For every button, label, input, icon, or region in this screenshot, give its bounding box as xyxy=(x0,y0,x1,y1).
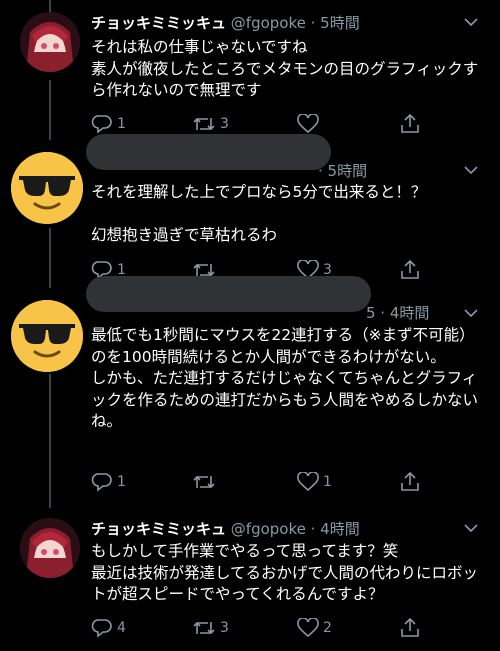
avatar[interactable] xyxy=(11,300,83,372)
tweet-text: それは私の仕事じゃないですね 素人が徹夜したところでメタモンの目のグラフィックす… xyxy=(91,38,479,99)
reply-count: 1 xyxy=(117,474,126,490)
share-button[interactable] xyxy=(399,471,421,493)
share-icon xyxy=(401,260,419,279)
share-button[interactable] xyxy=(399,259,421,281)
user-handle[interactable]: @fgopoke xyxy=(231,520,306,538)
share-icon xyxy=(401,472,419,491)
tweet-text: それを理解した上でプロなら5分で出来ると！？ 幻想抱き過ぎで草枯れるわ xyxy=(91,183,427,244)
retweet-count: 3 xyxy=(220,620,229,636)
retweet-count: 3 xyxy=(220,116,229,132)
reply-button[interactable]: 1 xyxy=(91,113,126,135)
action-bar: 1 1 xyxy=(91,471,431,493)
reply-icon xyxy=(91,473,112,492)
avatar[interactable] xyxy=(20,518,80,578)
retweet-icon xyxy=(193,117,215,131)
retweet-icon xyxy=(193,621,215,635)
tweet[interactable]: 5 · 4時間 最低でも1秒間にマウスを22連打する（※まず不可能）のを100時… xyxy=(0,276,500,506)
display-name[interactable]: チョッキミミッキュ xyxy=(91,14,226,32)
tweet[interactable]: · 5時間 それを理解した上でプロなら5分で出来ると！？ 幻想抱き過ぎで草枯れる… xyxy=(0,134,500,288)
sunglasses-emoji-icon xyxy=(11,152,83,224)
retweet-button[interactable]: 3 xyxy=(192,113,229,135)
like-count: 1 xyxy=(323,474,332,490)
tweet[interactable]: チョッキミミッキュ @fgopoke · 4時間 もしかして手作業でやるって思っ… xyxy=(0,506,500,651)
chevron-down-icon[interactable] xyxy=(464,17,478,27)
share-icon xyxy=(401,114,419,133)
tweet-text: もしかして手作業でやるって思ってます？笑 最近は技術が発達してるおかげで人間の代… xyxy=(91,542,479,603)
like-button[interactable]: 1 xyxy=(297,471,332,493)
share-button[interactable] xyxy=(399,113,421,135)
reply-button[interactable]: 1 xyxy=(91,471,126,493)
heart-icon xyxy=(297,114,319,134)
like-count: 2 xyxy=(323,620,332,636)
tweet-header: チョッキミミッキュ @fgopoke · 5時間 xyxy=(91,12,360,33)
redacted-name xyxy=(86,276,371,312)
timestamp[interactable]: · 5時間 xyxy=(311,14,360,32)
redacted-name xyxy=(86,134,331,170)
like-button[interactable] xyxy=(297,113,323,135)
like-button[interactable]: 2 xyxy=(297,617,332,639)
share-icon xyxy=(401,618,419,637)
reply-button[interactable]: 4 xyxy=(91,617,126,639)
timestamp[interactable]: 5 · 4時間 xyxy=(366,304,429,322)
reply-icon xyxy=(91,619,112,638)
reply-count: 4 xyxy=(117,620,126,636)
action-bar: 4 3 2 xyxy=(91,617,431,639)
chevron-down-icon[interactable] xyxy=(464,308,478,318)
reply-icon xyxy=(91,115,112,134)
share-button[interactable] xyxy=(399,617,421,639)
tweet-header: チョッキミミッキュ @fgopoke · 4時間 xyxy=(91,518,360,539)
reply-count: 1 xyxy=(117,116,126,132)
tweet[interactable]: チョッキミミッキュ @fgopoke · 5時間 それは私の仕事じゃないですね … xyxy=(0,0,500,140)
tweet-header: · 5時間 xyxy=(318,160,367,181)
avatar[interactable] xyxy=(11,152,83,224)
sunglasses-emoji-icon xyxy=(11,300,83,372)
heart-icon xyxy=(297,618,319,638)
retweet-button[interactable]: 3 xyxy=(192,617,229,639)
chevron-down-icon[interactable] xyxy=(464,523,478,533)
timestamp[interactable]: · 5時間 xyxy=(318,162,367,180)
display-name[interactable]: チョッキミミッキュ xyxy=(91,520,226,538)
tweet-text: 最低でも1秒間にマウスを22連打する（※まず不可能）のを100時間続けるとか人間… xyxy=(91,326,479,430)
avatar[interactable] xyxy=(20,12,80,72)
tweet-header: 5 · 4時間 xyxy=(366,302,429,323)
retweet-icon xyxy=(193,475,215,489)
timestamp[interactable]: · 4時間 xyxy=(311,520,360,538)
retweet-button[interactable] xyxy=(192,471,220,493)
chevron-down-icon[interactable] xyxy=(464,165,478,175)
action-bar: 1 3 xyxy=(91,113,431,135)
user-handle[interactable]: @fgopoke xyxy=(231,14,306,32)
heart-icon xyxy=(297,472,319,492)
